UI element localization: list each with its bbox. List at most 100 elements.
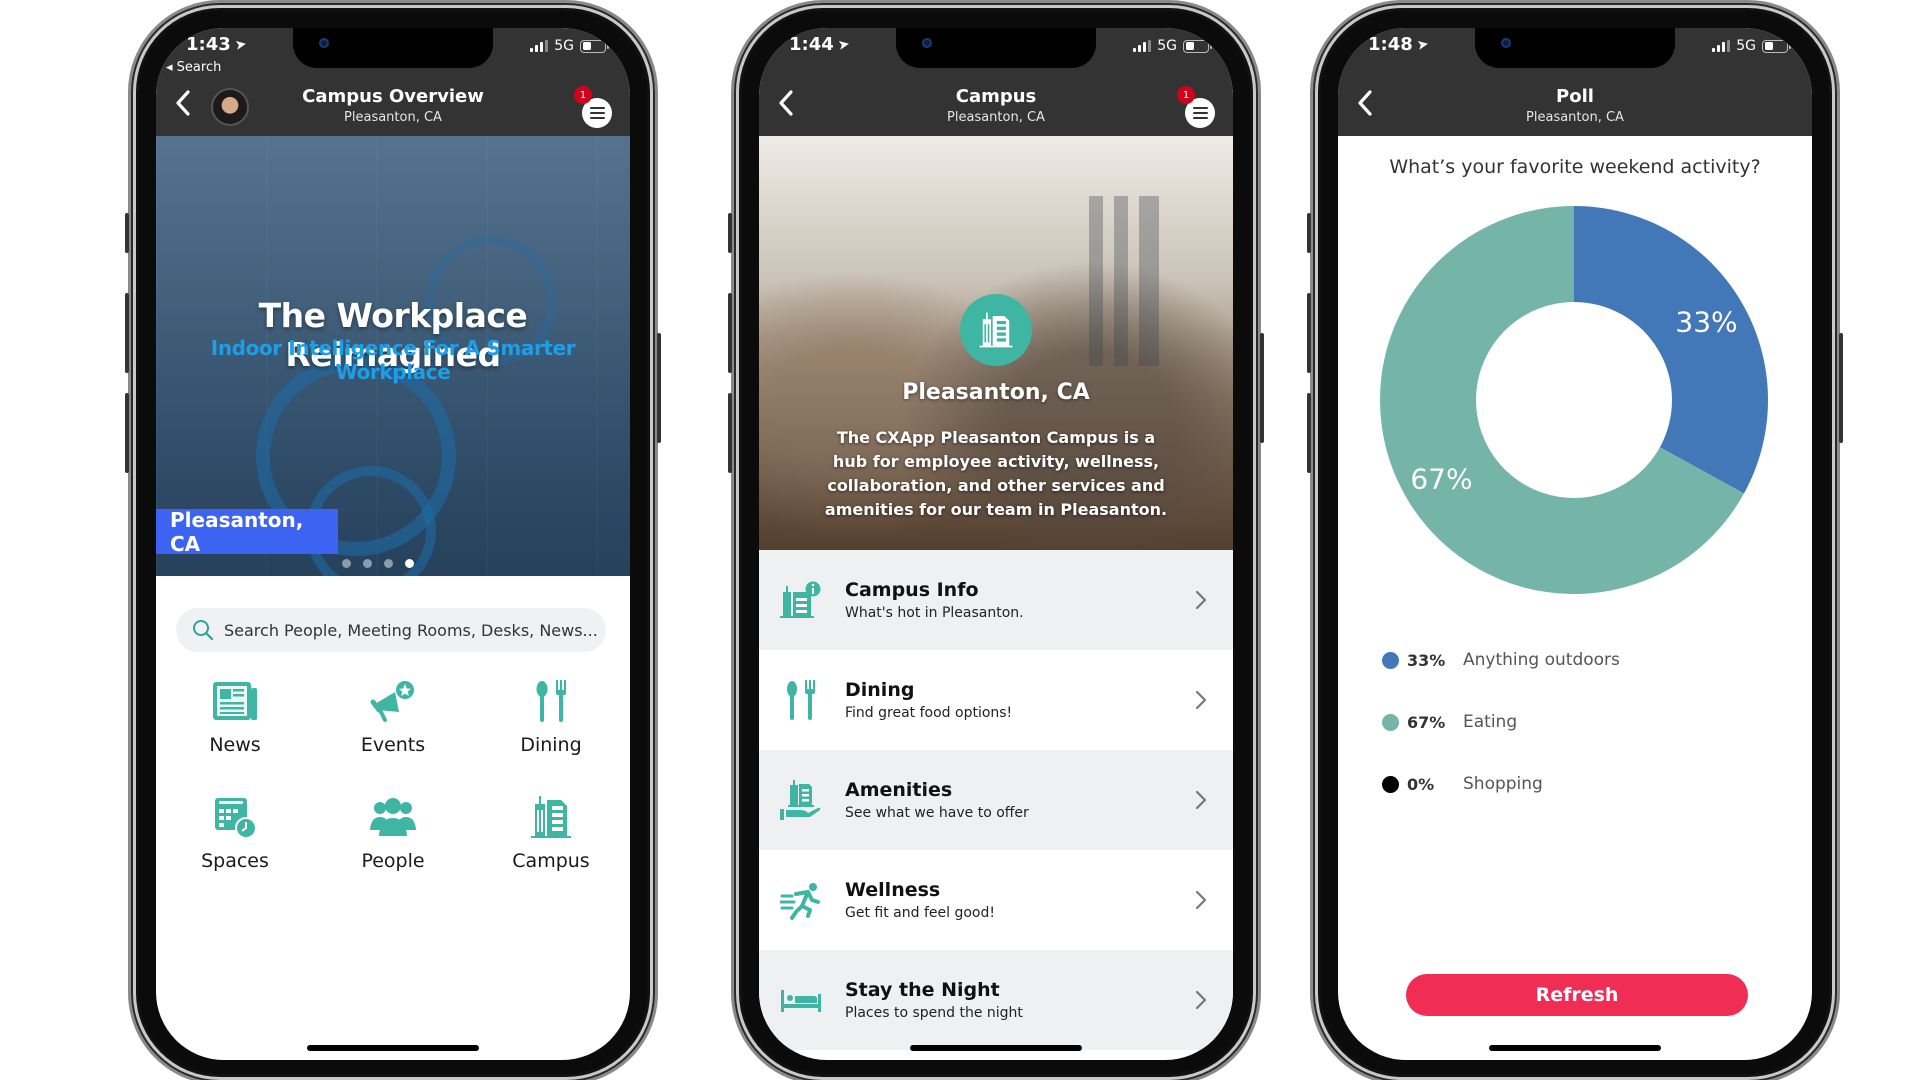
newspaper-icon: [213, 682, 257, 720]
legend-swatch: [1382, 651, 1399, 669]
campus-description: The CXApp Pleasanton Campus is a hub for…: [824, 428, 1168, 519]
camera: [922, 38, 932, 48]
chevron-right-icon: [1195, 690, 1207, 710]
list-item-dining[interactable]: Dining Find great food options!: [759, 650, 1233, 750]
list-item-desc: Find great food options!: [845, 705, 1013, 721]
grid-label: Spaces: [201, 850, 269, 872]
phone-campus: 1:44 ➤ 5G Campus Pleasanton, CA 1 Pleasa…: [728, 0, 1264, 1080]
camera: [1501, 38, 1511, 48]
status-time: 1:43 ➤: [186, 34, 248, 55]
legend-item: 67% Eating: [1382, 712, 1620, 732]
spoon-fork-icon: [787, 680, 815, 720]
location-arrow-icon: ➤: [1415, 35, 1430, 54]
back-to-app-link[interactable]: ◂ Search: [166, 60, 221, 75]
list-item-amenities[interactable]: Amenities See what we have to offer: [759, 750, 1233, 850]
legend-label: Shopping: [1463, 774, 1543, 794]
legend-swatch: [1382, 775, 1399, 793]
grid-label: News: [209, 734, 261, 756]
hero-banner[interactable]: The Workplace Reimagined Indoor Intellig…: [156, 136, 630, 576]
status-indicators: 5G: [530, 38, 609, 54]
search-icon: [193, 620, 214, 641]
search-bar[interactable]: [176, 608, 606, 652]
donut-slice-anything-outdoors[interactable]: [1574, 206, 1768, 494]
campus-building-badge: [960, 294, 1032, 366]
status-time: 1:44 ➤: [789, 34, 851, 55]
list-item-title: Stay the Night: [845, 979, 1000, 1001]
phone-poll: 1:48 ➤ 5G Poll Pleasanton, CA What’s you…: [1307, 0, 1843, 1080]
list-item-stay-the-night[interactable]: Stay the Night Places to spend the night: [759, 950, 1233, 1050]
spoon-fork-icon: [536, 680, 566, 722]
calendar-clock-icon: [215, 798, 257, 839]
signal-icon: [1133, 40, 1152, 52]
bed-icon: [781, 990, 821, 1012]
page-subtitle: Pleasanton, CA: [1526, 110, 1624, 125]
grid-item-news[interactable]: News: [156, 678, 314, 756]
location-tag: Pleasanton, CA: [156, 508, 338, 556]
legend-swatch: [1382, 713, 1399, 731]
page-title: Campus: [955, 86, 1037, 107]
building-icon: [531, 796, 571, 838]
grid-item-events[interactable]: Events: [314, 678, 472, 756]
notification-badge: 1: [574, 86, 592, 104]
carousel-dot[interactable]: [384, 559, 393, 568]
campus-menu-list: Campus Info What's hot in Pleasanton. Di…: [759, 550, 1233, 1050]
battery-icon: [1762, 39, 1791, 53]
refresh-button[interactable]: Refresh: [1406, 974, 1748, 1016]
carousel-dot-active[interactable]: [405, 559, 414, 568]
page-title: Poll: [1556, 86, 1594, 107]
feature-grid: News Events Dining Spaces People Campus: [156, 678, 630, 872]
battery-icon: [580, 39, 609, 53]
grid-item-dining[interactable]: Dining: [472, 678, 630, 756]
list-item-title: Campus Info: [845, 579, 979, 601]
battery-icon: [1183, 39, 1212, 53]
status-time: 1:48 ➤: [1368, 34, 1430, 55]
hero-subtitle: Indoor Intelligence For A Smarter Workpl…: [210, 336, 576, 384]
building-info-icon: [780, 581, 821, 618]
campus-title: Pleasanton, CA: [902, 380, 1090, 405]
legend-item: 33% Anything outdoors: [1382, 650, 1620, 670]
carousel-dots[interactable]: [156, 559, 615, 568]
donut-data-label: 67%: [1410, 462, 1472, 495]
list-item-title: Wellness: [845, 879, 941, 901]
location-arrow-icon: ➤: [233, 35, 248, 54]
home-indicator[interactable]: [1489, 1045, 1661, 1051]
list-item-campus-info[interactable]: Campus Info What's hot in Pleasanton.: [759, 550, 1233, 650]
carousel-dot[interactable]: [342, 559, 351, 568]
grid-label: People: [361, 850, 425, 872]
location-arrow-icon: ➤: [836, 35, 851, 54]
status-indicators: 5G: [1133, 38, 1212, 54]
search-input[interactable]: [224, 620, 606, 640]
carousel-dot[interactable]: [363, 559, 372, 568]
grid-label: Events: [360, 734, 426, 756]
legend-item: 0% Shopping: [1382, 774, 1620, 794]
legend-percent: 33%: [1407, 650, 1446, 670]
list-item-desc: See what we have to offer: [845, 805, 1029, 821]
grid-item-campus[interactable]: Campus: [472, 794, 630, 872]
signal-icon: [530, 40, 549, 52]
chevron-right-icon: [1195, 590, 1207, 610]
campus-hero: Pleasanton, CA The CXApp Pleasanton Camp…: [759, 136, 1233, 550]
legend-percent: 0%: [1407, 774, 1435, 794]
list-item-title: Dining: [845, 679, 915, 701]
notification-badge: 1: [1177, 86, 1195, 104]
grid-label: Campus: [512, 850, 590, 872]
legend-label: Eating: [1463, 712, 1518, 732]
legend-label: Anything outdoors: [1463, 650, 1620, 670]
list-item-desc: Get fit and feel good!: [845, 905, 995, 921]
screen: 1:43 ➤ ◂ Search 5G Campus Overview Pleas…: [156, 28, 630, 1060]
poll-question: What’s your favorite weekend activity?: [1389, 156, 1761, 178]
list-item-title: Amenities: [845, 779, 953, 801]
list-item-wellness[interactable]: Wellness Get fit and feel good!: [759, 850, 1233, 950]
grid-item-people[interactable]: People: [314, 794, 472, 872]
page-subtitle: Pleasanton, CA: [947, 110, 1045, 125]
home-indicator[interactable]: [307, 1045, 479, 1051]
people-group-icon: [370, 798, 416, 836]
donut-data-label: 33%: [1675, 306, 1737, 339]
notch: [293, 28, 493, 68]
building-icon: [979, 312, 1013, 348]
grid-item-spaces[interactable]: Spaces: [156, 794, 314, 872]
status-indicators: 5G: [1712, 38, 1791, 54]
chevron-right-icon: [1195, 890, 1207, 910]
home-indicator[interactable]: [910, 1045, 1082, 1051]
screen: 1:48 ➤ 5G Poll Pleasanton, CA What’s you…: [1338, 28, 1812, 1060]
